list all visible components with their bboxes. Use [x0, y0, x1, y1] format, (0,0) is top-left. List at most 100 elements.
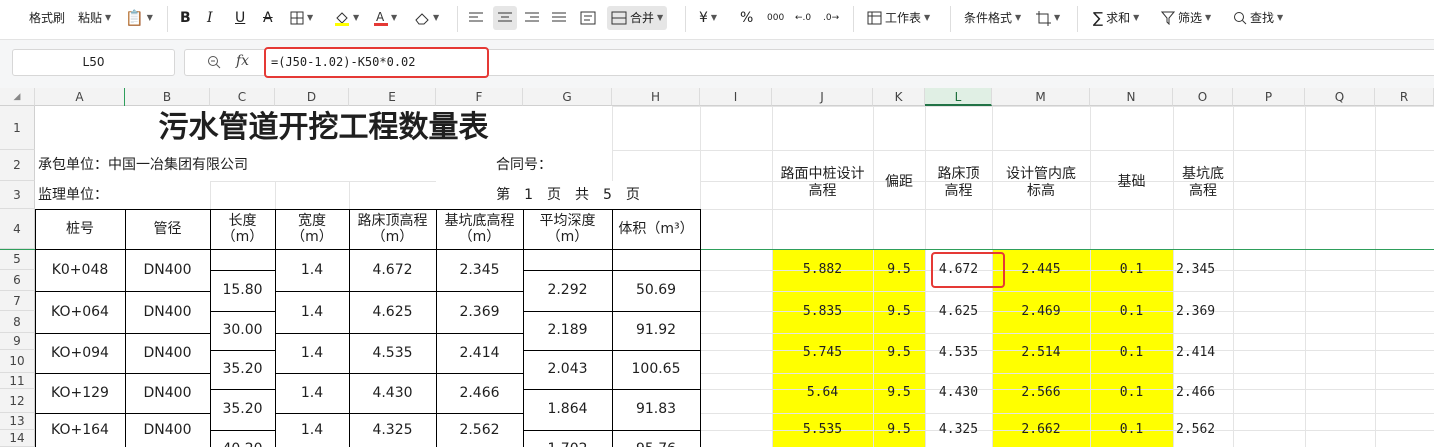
segment-length-cell[interactable]: 35.20 — [210, 389, 275, 430]
header-offset[interactable]: 偏距 — [873, 150, 925, 209]
offset-cell[interactable]: 9.5 — [873, 373, 925, 413]
paste-button[interactable]: 粘贴 ▼ — [78, 6, 111, 30]
currency-button[interactable]: ¥ ▼ — [699, 6, 717, 30]
align-right-button[interactable] — [525, 6, 539, 30]
column-header-a[interactable]: A — [35, 88, 125, 106]
increase-decimal-button[interactable]: ←.0 — [795, 6, 811, 30]
italic-icon[interactable]: I — [207, 6, 213, 30]
wrap-text-button[interactable] — [580, 6, 596, 30]
blank-depth-cell[interactable] — [523, 249, 612, 270]
row-header-8[interactable]: 8 — [0, 311, 35, 333]
road-top-elevation-cell[interactable]: 4.672 — [349, 249, 436, 291]
volume-cell[interactable]: 95.76 — [612, 430, 700, 447]
road-top-elevation-cell[interactable]: 4.325 — [349, 413, 436, 447]
row-header-1[interactable]: 1 — [0, 106, 35, 150]
pit-bottom-cell[interactable]: 2.562 — [1173, 413, 1233, 447]
table-header-4[interactable]: 宽度 （m） — [275, 209, 349, 249]
table-header-1[interactable]: 桩号 — [35, 209, 125, 249]
foundation-cell[interactable]: 0.1 — [1090, 413, 1173, 447]
supervisor-label[interactable]: 监理单位： — [35, 181, 210, 209]
conditional-format-button[interactable]: 条件格式 ▼ — [964, 6, 1021, 30]
table-header-3[interactable]: 长度 （m） — [210, 209, 275, 249]
pit-bottom-elevation-cell[interactable]: 2.466 — [436, 373, 523, 413]
row-header-11[interactable]: 11 — [0, 373, 35, 389]
column-header-j[interactable]: J — [772, 88, 873, 106]
width-cell[interactable]: 1.4 — [275, 249, 349, 291]
align-center-button[interactable] — [493, 6, 517, 30]
pipe-invert-cell[interactable]: 2.514 — [992, 333, 1090, 373]
name-box[interactable]: L50 — [12, 49, 175, 76]
thousands-separator-button[interactable]: 000 — [767, 6, 784, 30]
average-depth-cell[interactable]: 2.189 — [523, 311, 612, 350]
filter-button[interactable]: 筛选 ▼ — [1161, 6, 1211, 30]
merge-button[interactable]: 合并 ▼ — [607, 6, 668, 30]
average-depth-cell[interactable]: 2.043 — [523, 350, 612, 389]
pit-bottom-elevation-cell[interactable]: 2.414 — [436, 333, 523, 373]
offset-cell[interactable]: 9.5 — [873, 333, 925, 373]
column-header-k[interactable]: K — [873, 88, 925, 106]
header-foundation[interactable]: 基础 — [1090, 150, 1173, 209]
insert-function-button[interactable]: fx — [236, 53, 249, 69]
pipe-invert-cell[interactable]: 2.662 — [992, 413, 1090, 447]
design-elevation-cell[interactable]: 5.535 — [772, 413, 873, 447]
row-header-4[interactable]: 4 — [0, 209, 35, 249]
pit-bottom-cell[interactable]: 2.345 — [1173, 249, 1233, 291]
row-header-12[interactable]: 12 — [0, 389, 35, 413]
table-header-5[interactable]: 路床顶高程 （m） — [349, 209, 436, 249]
row-header-6[interactable]: 6 — [0, 270, 35, 291]
offset-cell[interactable]: 9.5 — [873, 249, 925, 291]
segment-length-cell[interactable]: 40.20 — [210, 430, 275, 447]
pit-bottom-elevation-cell[interactable]: 2.562 — [436, 413, 523, 447]
pipe-invert-cell[interactable]: 2.566 — [992, 373, 1090, 413]
table-header-8[interactable]: 体积（m³） — [612, 209, 700, 249]
column-header-r[interactable]: R — [1375, 88, 1434, 106]
volume-cell[interactable]: 100.65 — [612, 350, 700, 389]
segment-length-cell[interactable]: 30.00 — [210, 311, 275, 350]
row-header-5[interactable]: 5 — [0, 249, 35, 270]
column-header-e[interactable]: E — [349, 88, 436, 106]
column-header-i[interactable]: I — [700, 88, 772, 106]
station-cell[interactable]: K0+048 — [35, 249, 125, 291]
underline-icon[interactable]: U — [235, 6, 245, 30]
road-top-formula-cell[interactable]: 4.535 — [925, 333, 992, 373]
road-top-elevation-cell[interactable]: 4.625 — [349, 291, 436, 333]
header-pipe-invert[interactable]: 设计管内底 标高 — [992, 150, 1090, 209]
column-header-p[interactable]: P — [1233, 88, 1305, 106]
road-top-elevation-cell[interactable]: 4.535 — [349, 333, 436, 373]
volume-cell[interactable]: 91.83 — [612, 389, 700, 430]
row-header-13[interactable]: 13 — [0, 413, 35, 430]
column-header-n[interactable]: N — [1090, 88, 1173, 106]
segment-length-cell[interactable]: 35.20 — [210, 350, 275, 389]
formula-input[interactable]: =(J50-1.02)-K50*0.02 — [264, 47, 489, 78]
justify-button[interactable] — [552, 6, 566, 30]
station-cell[interactable]: KO+164 — [35, 413, 125, 447]
pit-bottom-cell[interactable]: 2.466 — [1173, 373, 1233, 413]
pit-bottom-elevation-cell[interactable]: 2.345 — [436, 249, 523, 291]
bold-icon[interactable]: B — [180, 6, 191, 30]
contract-number-label[interactable]: 合同号： — [436, 150, 612, 181]
select-all-corner[interactable]: ◢ — [0, 88, 35, 106]
pipe-diameter-cell[interactable]: DN400 — [125, 413, 210, 447]
header-pit-bottom-elevation[interactable]: 基坑底 高程 — [1173, 150, 1233, 209]
design-elevation-cell[interactable]: 5.835 — [772, 291, 873, 333]
find-button[interactable]: 查找 ▼ — [1233, 6, 1283, 30]
foundation-cell[interactable]: 0.1 — [1090, 291, 1173, 333]
volume-cell[interactable]: 91.92 — [612, 311, 700, 350]
row-header-3[interactable]: 3 — [0, 181, 35, 209]
pipe-diameter-cell[interactable]: DN400 — [125, 373, 210, 413]
column-header-b[interactable]: B — [125, 88, 210, 106]
column-header-d[interactable]: D — [275, 88, 349, 106]
width-cell[interactable]: 1.4 — [275, 333, 349, 373]
row-header-10[interactable]: 10 — [0, 350, 35, 373]
column-header-m[interactable]: M — [992, 88, 1090, 106]
sum-button[interactable]: ∑ 求和 ▼ — [1093, 6, 1139, 30]
design-elevation-cell[interactable]: 5.745 — [772, 333, 873, 373]
offset-cell[interactable]: 9.5 — [873, 413, 925, 447]
row-header-2[interactable]: 2 — [0, 150, 35, 181]
offset-cell[interactable]: 9.5 — [873, 291, 925, 333]
table-header-2[interactable]: 管径 — [125, 209, 210, 249]
design-elevation-cell[interactable]: 5.64 — [772, 373, 873, 413]
average-depth-cell[interactable]: 2.292 — [523, 270, 612, 311]
header-road-top-elevation[interactable]: 路床顶 高程 — [925, 150, 992, 209]
font-color-button[interactable]: A ▼ — [374, 6, 397, 30]
